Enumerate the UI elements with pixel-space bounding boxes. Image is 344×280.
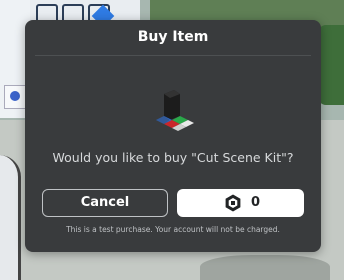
bush (318, 25, 344, 105)
purchase-dialog: Buy Item Would you like to buy "Cut Scen… (25, 20, 321, 252)
title-divider (35, 55, 311, 56)
item-thumbnail (156, 90, 194, 131)
rock (200, 255, 330, 280)
buy-button[interactable]: 0 (177, 189, 304, 217)
purchase-question: Would you like to buy "Cut Scene Kit"? (52, 150, 294, 165)
dialog-title: Buy Item (137, 29, 209, 45)
robux-icon (225, 194, 241, 212)
pillar (0, 155, 21, 280)
buy-price: 0 (251, 195, 261, 210)
test-purchase-note: This is a test purchase. Your account wi… (66, 225, 280, 234)
cancel-button[interactable]: Cancel (42, 189, 168, 217)
